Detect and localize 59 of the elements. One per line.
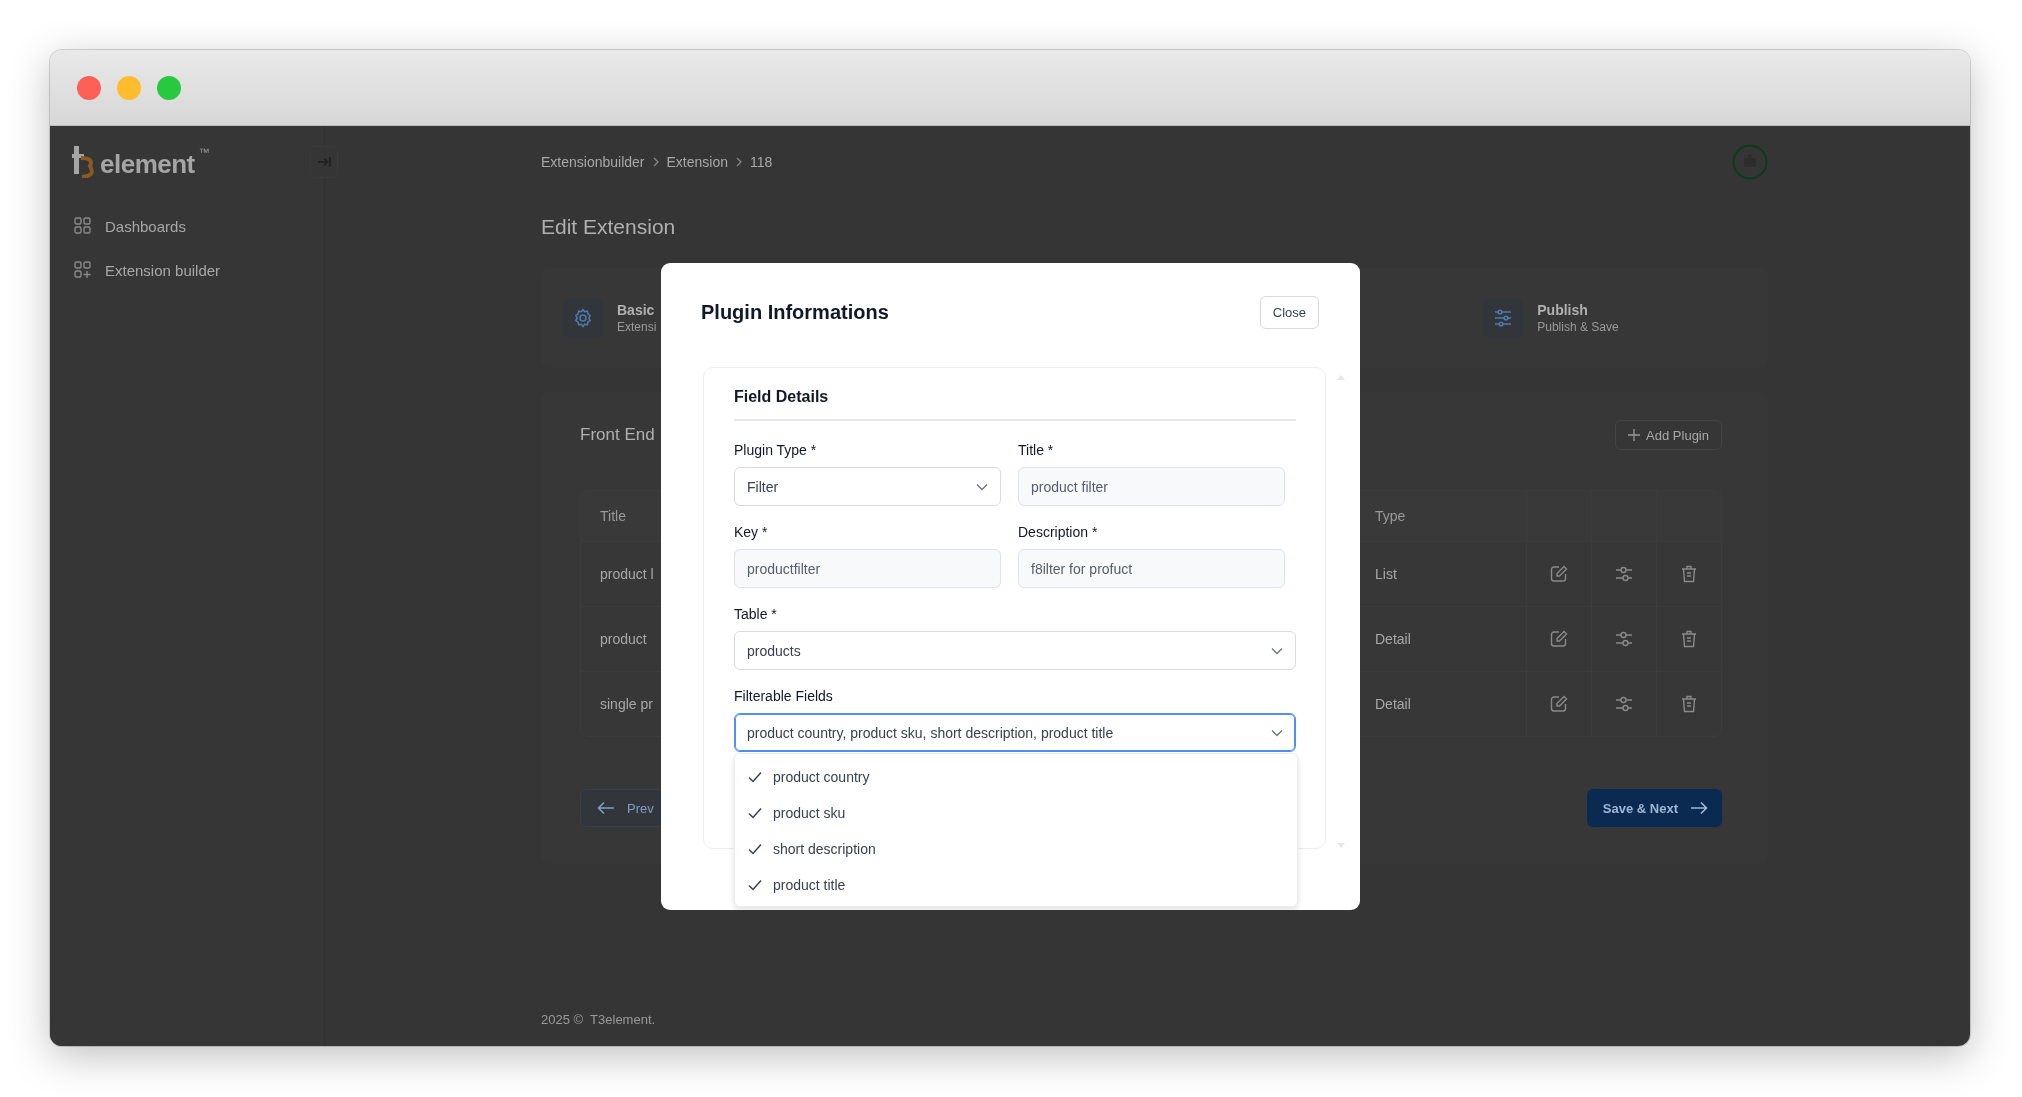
input-field[interactable]: productfilter — [734, 549, 1001, 588]
trash-icon[interactable] — [1681, 565, 1697, 583]
logo-icon — [72, 146, 96, 178]
step-title[interactable]: Basic — [617, 301, 657, 319]
chevron-down-icon — [1271, 646, 1283, 655]
section-heading: Front End — [580, 425, 655, 445]
sliders-icon[interactable] — [1615, 695, 1633, 713]
input-field[interactable]: product filter — [1018, 467, 1285, 506]
sidebar-item[interactable]: Extension builder — [74, 260, 324, 280]
collapse-icon — [317, 156, 331, 168]
modal-title: Plugin Informations — [701, 300, 889, 324]
logo-text: element — [100, 150, 195, 178]
add-plugin-button[interactable]: Add Plugin — [1615, 420, 1722, 450]
gear-icon — [563, 298, 603, 338]
dropdown-option[interactable]: product sku — [735, 795, 1297, 831]
sliders-icon — [1483, 298, 1524, 338]
sliders-icon[interactable] — [1615, 630, 1633, 648]
step-title[interactable]: Publish — [1537, 301, 1619, 319]
footer-text: 2025 © T3element. — [541, 1012, 657, 1027]
edit-icon[interactable] — [1550, 695, 1568, 713]
plus-icon — [1628, 429, 1641, 441]
breadcrumb-link[interactable]: Extensionbuilder — [541, 154, 645, 170]
trademark-mark: ™ — [198, 146, 210, 158]
step-subtitle: Extensi — [617, 319, 657, 335]
grid-plus-icon — [74, 261, 91, 279]
field-label: Key * — [734, 523, 769, 542]
edit-icon[interactable] — [1550, 565, 1568, 583]
chevron-down-icon — [976, 482, 988, 491]
field-label: Description * — [1018, 523, 1099, 542]
dropdown-option[interactable]: product country — [735, 759, 1297, 795]
input-field[interactable]: f8ilter for profuct — [1018, 549, 1285, 588]
chevron-right-icon — [652, 157, 659, 167]
close-button[interactable] — [77, 75, 101, 100]
select-field[interactable]: Filter — [734, 467, 1001, 506]
chevron-right-icon — [736, 157, 742, 167]
save-next-button[interactable]: Save & Next — [1586, 789, 1722, 827]
dropdown-option[interactable]: product title — [735, 867, 1297, 903]
close-button[interactable]: Close — [1259, 295, 1319, 329]
chevron-down-icon — [1271, 728, 1283, 737]
field-label: Plugin Type * — [734, 441, 818, 460]
field-label: Title * — [1018, 441, 1055, 460]
breadcrumb-link[interactable]: Extension — [666, 154, 728, 170]
field-label: Table * — [734, 605, 778, 624]
edit-icon[interactable] — [1550, 630, 1568, 648]
field-label: Filterable Fields — [734, 687, 834, 706]
sidebar-item[interactable]: Dashboards — [74, 216, 324, 236]
trash-icon[interactable] — [1681, 695, 1697, 713]
trash-icon[interactable] — [1681, 630, 1697, 648]
select-field[interactable]: product country, product sku, short description, product title — [734, 713, 1296, 752]
arrow-left-icon — [597, 801, 615, 815]
dropdown-option[interactable]: short description — [735, 831, 1297, 867]
grid-icon — [74, 217, 91, 235]
arrow-right-icon — [1690, 801, 1708, 815]
section-heading: Field Details — [734, 385, 1296, 421]
select-field[interactable]: products — [734, 631, 1296, 670]
sliders-icon[interactable] — [1615, 565, 1633, 583]
step-subtitle: Publish & Save — [1537, 319, 1619, 335]
breadcrumb-link[interactable]: 118 — [750, 154, 773, 170]
page-title: Edit Extension — [541, 214, 677, 240]
